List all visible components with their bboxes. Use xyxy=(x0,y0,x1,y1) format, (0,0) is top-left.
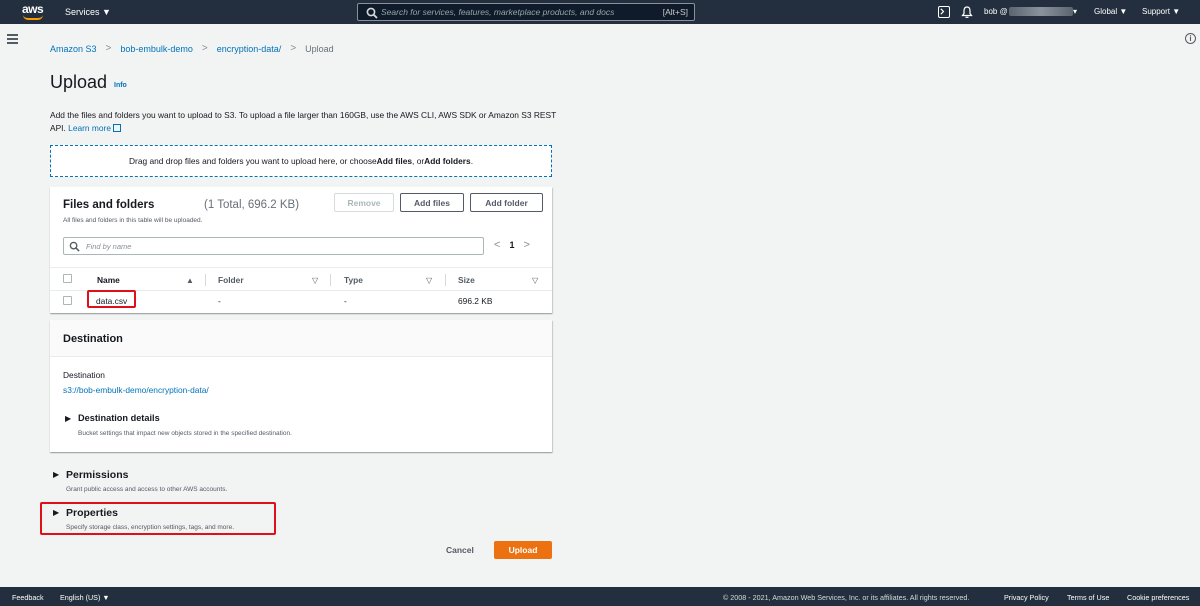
destination-label: Destination xyxy=(63,370,105,380)
feedback-link[interactable]: Feedback xyxy=(12,593,44,602)
breadcrumb-folder[interactable]: encryption-data/ xyxy=(217,44,282,54)
breadcrumb-separator-icon: > xyxy=(105,43,112,54)
breadcrumb-separator-icon: > xyxy=(201,43,208,54)
dropzone-text: Drag and drop files and folders you want… xyxy=(128,156,377,166)
cloudshell-icon[interactable] xyxy=(938,6,950,18)
breadcrumb-amazon-s3[interactable]: Amazon S3 xyxy=(50,44,97,54)
page-number[interactable]: 1 xyxy=(509,240,514,250)
account-id-redacted xyxy=(1009,7,1073,16)
column-header-type[interactable]: Type xyxy=(344,275,363,285)
description-text: Add the files and folders you want to up… xyxy=(50,110,557,133)
column-header-size[interactable]: Size xyxy=(458,275,475,285)
column-header-name[interactable]: Name xyxy=(97,275,120,285)
aws-logo[interactable]: aws xyxy=(22,3,46,21)
expand-caret-icon[interactable]: ▶ xyxy=(53,508,59,517)
search-shortcut: [Alt+S] xyxy=(662,7,688,17)
table-header: Name ▲ Folder ▽ Type ▽ Size ▽ xyxy=(50,267,552,291)
external-link-icon xyxy=(112,124,121,132)
column-divider xyxy=(445,274,446,286)
column-header-folder[interactable]: Folder xyxy=(218,275,244,285)
language-selector[interactable]: English (US) ▼ xyxy=(60,593,109,602)
files-panel-title: Files and folders xyxy=(63,199,155,211)
support-menu[interactable]: Support ▼ xyxy=(1142,7,1180,16)
search-icon xyxy=(69,241,80,252)
destination-header: Destination xyxy=(50,320,552,357)
remove-button[interactable]: Remove xyxy=(334,193,394,212)
permissions-toggle[interactable]: Permissions xyxy=(66,469,128,481)
hamburger-menu-icon[interactable] xyxy=(7,34,18,44)
footer: Feedback English (US) ▼ © 2008 - 2021, A… xyxy=(0,587,1200,606)
account-caret-icon[interactable]: ▾ xyxy=(1073,7,1077,16)
global-search-input[interactable]: Search for services, features, marketpla… xyxy=(357,3,695,21)
top-navigation: aws Services ▼ Search for services, feat… xyxy=(0,0,1200,24)
cell-folder: - xyxy=(218,296,221,306)
search-icon xyxy=(366,7,378,19)
destination-details-description: Bucket settings that impact new objects … xyxy=(78,430,292,437)
add-folder-button[interactable]: Add folder xyxy=(470,193,543,212)
destination-panel: Destination Destination s3://bob-embulk-… xyxy=(50,320,552,452)
cancel-button[interactable]: Cancel xyxy=(446,545,474,555)
expand-caret-icon[interactable]: ▶ xyxy=(53,470,59,479)
info-link[interactable]: Info xyxy=(114,82,127,89)
table-row: data.csv - - 696.2 KB xyxy=(50,290,552,311)
services-menu[interactable]: Services ▼ xyxy=(65,7,111,17)
terms-of-use-link[interactable]: Terms of Use xyxy=(1067,593,1109,602)
aws-smile-icon xyxy=(23,15,43,20)
learn-more-label: Learn more xyxy=(68,123,111,133)
row-checkbox[interactable] xyxy=(63,296,72,305)
breadcrumb-bucket[interactable]: bob-embulk-demo xyxy=(120,44,193,54)
cell-type: - xyxy=(344,296,347,306)
copyright-text: © 2008 - 2021, Amazon Web Services, Inc.… xyxy=(723,593,970,602)
account-menu-label[interactable]: bob @ xyxy=(984,7,1008,16)
sort-toggle-icon[interactable]: ▽ xyxy=(532,276,538,285)
privacy-policy-link[interactable]: Privacy Policy xyxy=(1004,593,1049,602)
destination-uri-link[interactable]: s3://bob-embulk-demo/encryption-data/ xyxy=(63,385,209,395)
dropzone-text-end: . xyxy=(470,156,474,166)
file-dropzone[interactable]: Drag and drop files and folders you want… xyxy=(50,145,552,177)
cell-name: data.csv xyxy=(96,296,128,306)
aws-logo-text: aws xyxy=(22,2,44,16)
learn-more-link[interactable]: Learn more xyxy=(68,123,121,133)
files-and-folders-panel: Files and folders (1 Total, 696.2 KB) Al… xyxy=(50,187,552,313)
sort-toggle-icon[interactable]: ▽ xyxy=(312,276,318,285)
cookie-preferences-link[interactable]: Cookie preferences xyxy=(1127,593,1189,602)
bell-icon[interactable] xyxy=(960,5,974,19)
column-divider xyxy=(205,274,206,286)
dropzone-text-mid: , or xyxy=(412,156,425,166)
breadcrumb: Amazon S3 > bob-embulk-demo > encryption… xyxy=(50,43,334,54)
page-description: Add the files and folders you want to up… xyxy=(50,109,560,135)
files-panel-subtitle: All files and folders in this table will… xyxy=(63,217,203,224)
search-placeholder: Search for services, features, marketpla… xyxy=(381,7,615,17)
properties-description: Specify storage class, encryption settin… xyxy=(66,524,235,531)
next-page-icon[interactable]: > xyxy=(523,239,529,251)
permissions-description: Grant public access and access to other … xyxy=(66,486,228,493)
expand-caret-icon[interactable]: ▶ xyxy=(65,414,71,423)
find-by-name-input[interactable]: Find by name xyxy=(63,237,484,255)
files-panel-count: (1 Total, 696.2 KB) xyxy=(204,199,300,211)
destination-title: Destination xyxy=(63,333,123,345)
sort-toggle-icon[interactable]: ▽ xyxy=(426,276,432,285)
dropzone-add-folders: Add folders xyxy=(424,156,471,166)
cell-size: 696.2 KB xyxy=(458,296,493,306)
page-title: Upload xyxy=(50,72,108,92)
select-all-checkbox[interactable] xyxy=(63,274,72,283)
find-placeholder: Find by name xyxy=(86,242,132,251)
upload-button[interactable]: Upload xyxy=(494,541,552,559)
destination-details-toggle[interactable]: Destination details xyxy=(78,413,160,423)
region-menu[interactable]: Global ▼ xyxy=(1094,7,1127,16)
properties-toggle[interactable]: Properties xyxy=(66,507,118,519)
add-files-button[interactable]: Add files xyxy=(400,193,464,212)
dropzone-add-files: Add files xyxy=(376,156,413,166)
pagination: < 1 > xyxy=(494,239,530,251)
prev-page-icon[interactable]: < xyxy=(494,239,500,251)
breadcrumb-current: Upload xyxy=(305,43,334,54)
sort-ascending-icon[interactable]: ▲ xyxy=(186,276,194,285)
column-divider xyxy=(330,274,331,286)
breadcrumb-separator-icon: > xyxy=(290,43,297,54)
info-panel-icon[interactable]: i xyxy=(1185,33,1196,44)
